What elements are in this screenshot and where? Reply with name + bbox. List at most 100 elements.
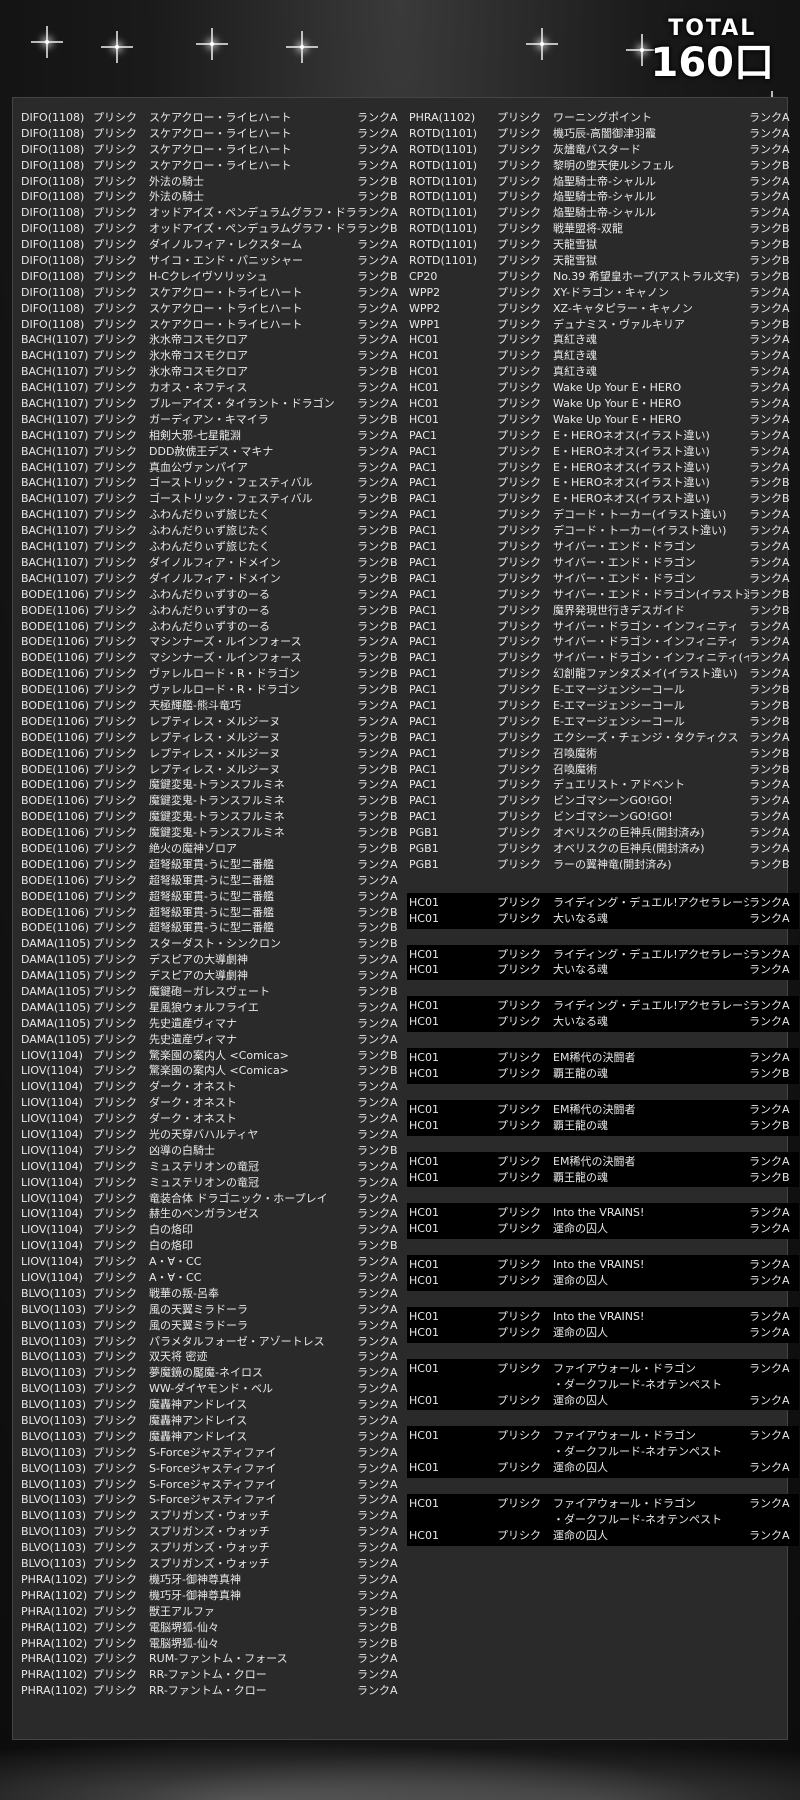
- set-code: PHRA(1102): [409, 111, 476, 124]
- set-code: DIFO(1108): [21, 158, 85, 172]
- card-name: ミュステリオンの竜冠: [149, 1175, 259, 1189]
- set-code: LIOV(1104): [21, 1112, 83, 1126]
- condition: プリシク: [93, 571, 137, 585]
- card-name: EM稀代の決闘者: [553, 1154, 636, 1168]
- list-row: PAC1 プリシク E・HEROネオス(イラスト違い) ランクA: [407, 428, 799, 444]
- card-name: 黎明の堕天使ルシフェル: [553, 158, 674, 172]
- card-name: WW-ダイヤモンド・ベル: [149, 1382, 273, 1396]
- rank: ランクB: [357, 1143, 398, 1157]
- set-code: DIFO(1108): [21, 174, 85, 188]
- condition: プリシク: [497, 333, 541, 347]
- bundle-group: HC01 プリシク ファイアウォール・ドラゴン ランクA ・ダークフルード-ネオテンペス…: [407, 1426, 799, 1479]
- set-code: PAC1: [409, 667, 437, 681]
- card-name: ヴァレルロード・R・ドラゴン: [149, 667, 300, 681]
- rank: ランクA: [749, 365, 790, 379]
- set-code: WPP2: [409, 301, 441, 315]
- condition: プリシク: [93, 412, 137, 426]
- list-row: PHRA(1102) プリシク RUM-ファントム・フォース ランクA: [19, 1651, 404, 1667]
- set-code: LIOV(1104): [21, 1239, 83, 1253]
- rank: ランクB: [357, 524, 398, 538]
- card-name: スケアクロー・トライヒハート: [149, 301, 303, 315]
- condition: プリシク: [497, 1051, 541, 1065]
- set-code: BLVO(1103): [21, 1302, 87, 1316]
- condition: プリシク: [497, 963, 541, 977]
- condition: プリシク: [497, 524, 541, 538]
- condition: プリシク: [497, 698, 541, 712]
- card-name: ダイノルフィア・ドメイン: [149, 555, 281, 569]
- rank: ランクA: [357, 428, 398, 442]
- card-name: 絶火の魔神ゾロア: [149, 841, 237, 855]
- card-name: ふわんだりぃず旅じたく: [149, 524, 270, 538]
- condition: プリシク: [93, 190, 137, 204]
- set-code: DAMA(1105): [21, 1016, 91, 1030]
- rank: ランクB: [357, 921, 398, 935]
- list-row: HC01 プリシク EM稀代の決闘者 ランクA: [407, 1102, 799, 1118]
- set-code: HC01: [409, 1528, 439, 1542]
- rank: ランクA: [749, 190, 790, 204]
- rank: ランクA: [749, 1528, 790, 1542]
- card-name: 運命の囚人: [553, 1528, 608, 1542]
- set-code: HC01: [409, 1461, 439, 1475]
- rank: ランクA: [357, 1080, 398, 1094]
- set-code: CP20: [409, 269, 438, 283]
- condition: プリシク: [497, 1497, 541, 1511]
- list-row: ・ダークフルード-ネオテンペスト: [407, 1512, 799, 1528]
- condition: プリシク: [497, 857, 541, 871]
- list-row: BLVO(1103) プリシク S-Forceジャスティファイ ランクA: [19, 1461, 404, 1477]
- condition: プリシク: [93, 635, 137, 649]
- set-code: BACH(1107): [21, 444, 89, 458]
- rank: ランクA: [357, 1207, 398, 1221]
- set-code: BACH(1107): [21, 476, 89, 490]
- rank: ランクB: [357, 555, 398, 569]
- list-row: WPP1 プリシク デュナミス・ヴァルキリア ランクB: [407, 317, 799, 333]
- list-row: PHRA(1102) プリシク 獣王アルファ ランクB: [19, 1604, 404, 1620]
- condition: プリシク: [497, 635, 541, 649]
- card-name: ふわんだりぃずすのーる: [149, 619, 270, 633]
- set-code: LIOV(1104): [21, 1064, 83, 1078]
- card-name: ライディング・デュエル!アクセラレーション!: [553, 895, 749, 909]
- rank: ランクA: [357, 1398, 398, 1412]
- set-code: HC01: [409, 397, 439, 411]
- list-row: BODE(1106) プリシク レプティレス・メルジーヌ ランクA: [19, 746, 404, 762]
- condition: プリシク: [93, 301, 137, 315]
- rank: ランクB: [357, 190, 398, 204]
- condition: プリシク: [93, 333, 137, 347]
- set-code: BODE(1106): [21, 683, 90, 697]
- condition: プリシク: [497, 1528, 541, 1542]
- set-code: PHRA(1102): [21, 1684, 88, 1698]
- list-row: BLVO(1103) プリシク WW-ダイヤモンド・ベル ランクA: [19, 1381, 404, 1397]
- card-name: ライディング・デュエル!アクセラレーション!: [553, 999, 749, 1013]
- rank: ランクA: [749, 508, 790, 522]
- rank: ランクA: [357, 1668, 398, 1682]
- list-row: ・ダークフルード-ネオテンペスト: [407, 1444, 799, 1460]
- card-name: E-エマージェンシーコール: [553, 714, 685, 728]
- list-row: BODE(1106) プリシク ふわんだりぃずすのーる ランクB: [19, 619, 404, 635]
- card-name: 魔轟神アンドレイス: [149, 1429, 248, 1443]
- card-name: 真血公ヴァンパイア: [149, 460, 248, 474]
- condition: プリシク: [93, 730, 137, 744]
- card-name: スプリガンズ・ウォッチ: [149, 1509, 270, 1523]
- card-name: 真紅き魂: [553, 349, 597, 363]
- card-name: 戦華の叛-呂奉: [149, 1286, 219, 1300]
- list-row: HC01 プリシク 大いなる魂 ランクA: [407, 911, 799, 927]
- card-name: 魔鍵変鬼-トランスフルミネ: [149, 810, 285, 824]
- set-code: BODE(1106): [21, 651, 90, 665]
- condition: プリシク: [93, 810, 137, 824]
- card-name: E・HEROネオス(イラスト違い): [553, 444, 710, 458]
- condition: プリシク: [93, 1604, 137, 1618]
- set-code: DIFO(1108): [21, 317, 85, 331]
- set-code: BACH(1107): [21, 412, 89, 426]
- rank: ランクA: [749, 174, 790, 188]
- card-name: 超弩級軍貫-うに型二番艦: [149, 921, 274, 935]
- card-name: 電脳堺狐-仙々: [149, 1620, 219, 1634]
- card-name: デコード・トーカー(イラスト違い): [553, 524, 727, 538]
- list-row: BODE(1106) プリシク レプティレス・メルジーヌ ランクA: [19, 714, 404, 730]
- card-name: RR-ファントム・クロー: [149, 1684, 267, 1698]
- list-row: LIOV(1104) プリシク 白の烙印 ランクB: [19, 1238, 404, 1254]
- condition: プリシク: [93, 1350, 137, 1364]
- list-row: PHRA(1102) プリシク 電脳堺狐-仙々 ランクB: [19, 1620, 404, 1636]
- set-code: HC01: [409, 349, 439, 363]
- set-code: HC01: [409, 381, 439, 395]
- list-row: PAC1 プリシク E-エマージェンシーコール ランクB: [407, 682, 799, 698]
- rank: ランクB: [749, 222, 790, 236]
